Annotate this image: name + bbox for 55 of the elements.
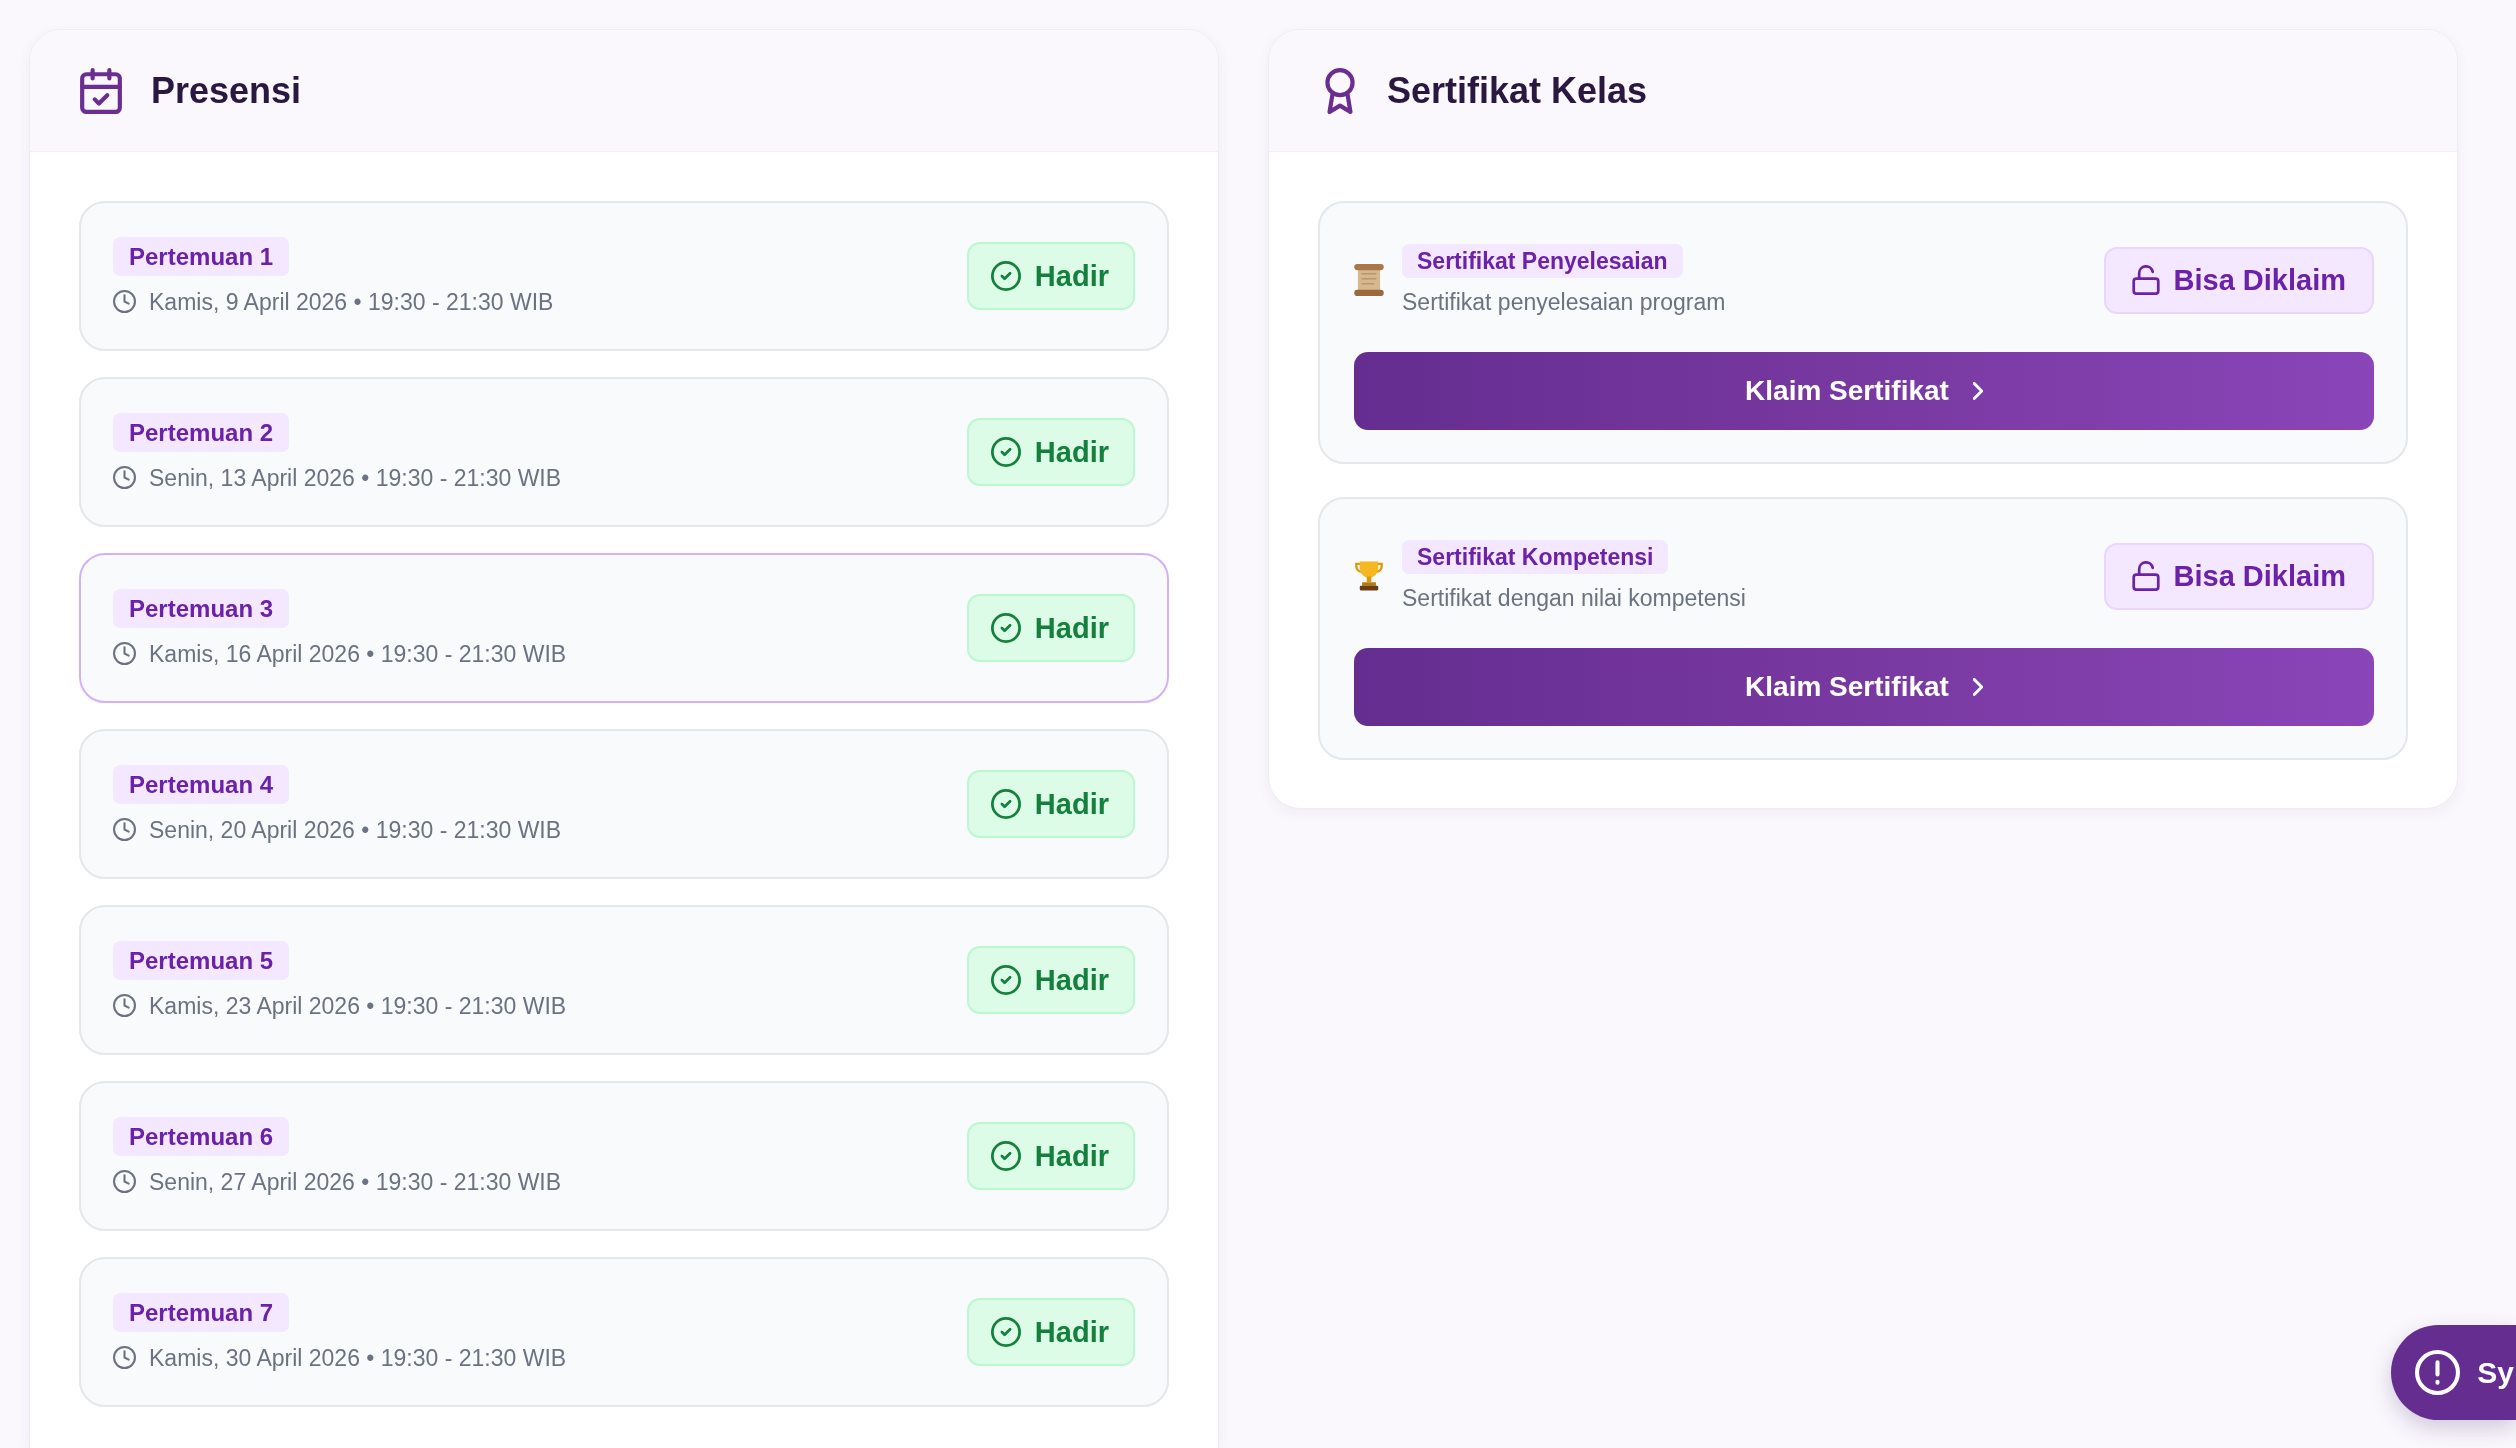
exclamation-circle-icon (2415, 1350, 2461, 1395)
scroll-icon (1354, 264, 1384, 296)
certificate-description: Sertifikat dengan nilai kompetensi (1402, 584, 1746, 612)
trophy-icon (1354, 560, 1384, 592)
meeting-schedule: Senin, 20 April 2026 • 19:30 - 21:30 WIB (149, 815, 562, 844)
attendance-status-text: Hadir (1034, 435, 1109, 469)
meeting-schedule: Senin, 13 April 2026 • 19:30 - 21:30 WIB (149, 463, 562, 492)
meeting-badge: Pertemuan 1 (113, 236, 290, 276)
attendance-status-text: Hadir (1034, 611, 1109, 645)
attendance-status-text: Hadir (1034, 963, 1109, 997)
attendance-status-text: Hadir (1034, 1139, 1109, 1173)
clock-icon (113, 1170, 136, 1193)
clock-icon (113, 994, 136, 1017)
check-circle-icon (990, 1141, 1021, 1171)
attendance-status-text: Hadir (1034, 787, 1109, 821)
floating-action-button[interactable]: Sy (2391, 1325, 2516, 1420)
clock-icon (113, 290, 136, 313)
check-circle-icon (990, 965, 1021, 995)
meeting-schedule: Kamis, 30 April 2026 • 19:30 - 21:30 WIB (149, 1343, 567, 1372)
clock-icon (113, 818, 136, 841)
meeting-badge: Pertemuan 7 (113, 1292, 290, 1332)
meeting-schedule: Senin, 27 April 2026 • 19:30 - 21:30 WIB (149, 1167, 562, 1196)
attendance-status-text: Hadir (1034, 259, 1109, 293)
check-circle-icon (990, 437, 1021, 467)
meeting-badge: Pertemuan 4 (113, 764, 290, 804)
panel-title: Sertifikat Kelas (1387, 69, 1648, 112)
unlocked-padlock-icon (2131, 561, 2160, 591)
meeting-badge: Pertemuan 3 (113, 588, 290, 628)
check-circle-icon (990, 613, 1021, 643)
claim-status-text: Bisa Diklaim (2173, 263, 2346, 297)
meeting-schedule: Kamis, 16 April 2026 • 19:30 - 21:30 WIB (149, 639, 567, 668)
award-ribbon-icon (1325, 67, 1355, 114)
check-circle-icon (990, 789, 1021, 819)
certificate-description: Sertifikat penyelesaian program (1402, 288, 1726, 316)
check-circle-icon (990, 1317, 1021, 1347)
check-circle-icon (990, 261, 1021, 291)
meeting-badge: Pertemuan 5 (113, 940, 290, 980)
meeting-schedule: Kamis, 9 April 2026 • 19:30 - 21:30 WIB (149, 287, 554, 316)
calendar-check-icon (80, 67, 122, 114)
certificate-badge: Sertifikat Penyelesaian (1402, 244, 1683, 278)
clock-icon (113, 1346, 136, 1369)
meeting-badge: Pertemuan 2 (113, 412, 290, 452)
chevron-right-icon (1972, 382, 1983, 400)
claim-button[interactable]: Klaim Sertifikat (1354, 352, 2374, 430)
attendance-status-text: Hadir (1034, 1315, 1109, 1349)
chevron-right-icon (1972, 678, 1983, 696)
claim-button[interactable]: Klaim Sertifikat (1354, 648, 2374, 726)
panel-title: Presensi (151, 69, 302, 112)
clock-icon (113, 466, 136, 489)
clock-icon (113, 642, 136, 665)
meeting-badge: Pertemuan 6 (113, 1116, 290, 1156)
unlocked-padlock-icon (2131, 265, 2160, 295)
meeting-schedule: Kamis, 23 April 2026 • 19:30 - 21:30 WIB (149, 991, 567, 1020)
claim-status-text: Bisa Diklaim (2173, 559, 2346, 593)
certificate-badge: Sertifikat Kompetensi (1402, 540, 1669, 574)
